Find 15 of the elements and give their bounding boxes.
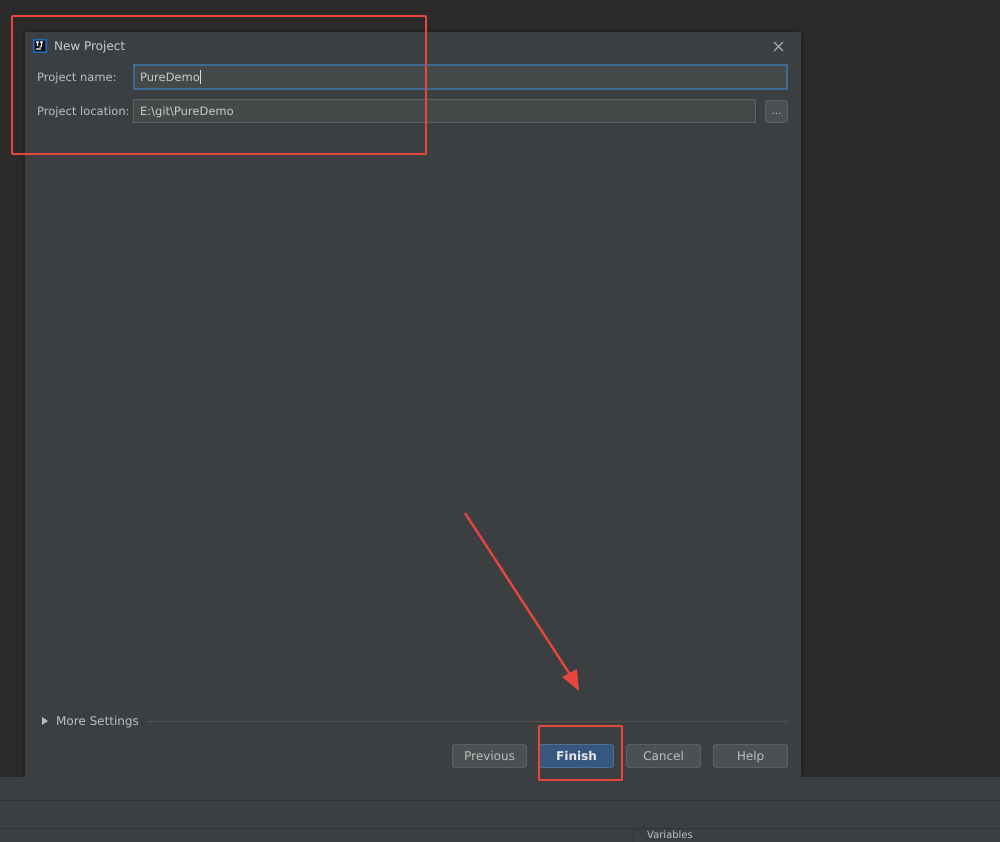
dialog-button[interactable]: Cancel bbox=[626, 744, 701, 768]
close-icon[interactable] bbox=[773, 40, 784, 52]
browse-button[interactable]: ... bbox=[765, 100, 788, 122]
dialog-button[interactable]: Help bbox=[713, 744, 788, 768]
dialog-button[interactable]: Previous bbox=[452, 744, 527, 768]
more-settings-toggle[interactable]: More Settings bbox=[56, 714, 139, 728]
text-field[interactable]: PureDemo bbox=[133, 64, 788, 90]
field-label: Project location: bbox=[37, 104, 131, 118]
app-logo-icon bbox=[33, 39, 47, 53]
expand-triangle-icon[interactable] bbox=[42, 717, 48, 725]
field-label: Project name: bbox=[37, 70, 118, 84]
dialog-button[interactable]: Finish bbox=[539, 744, 614, 768]
variables-label: Variables bbox=[647, 830, 694, 842]
dialog-title: New Project bbox=[54, 39, 126, 53]
text-field[interactable]: E:\git\PureDemo bbox=[133, 99, 756, 123]
